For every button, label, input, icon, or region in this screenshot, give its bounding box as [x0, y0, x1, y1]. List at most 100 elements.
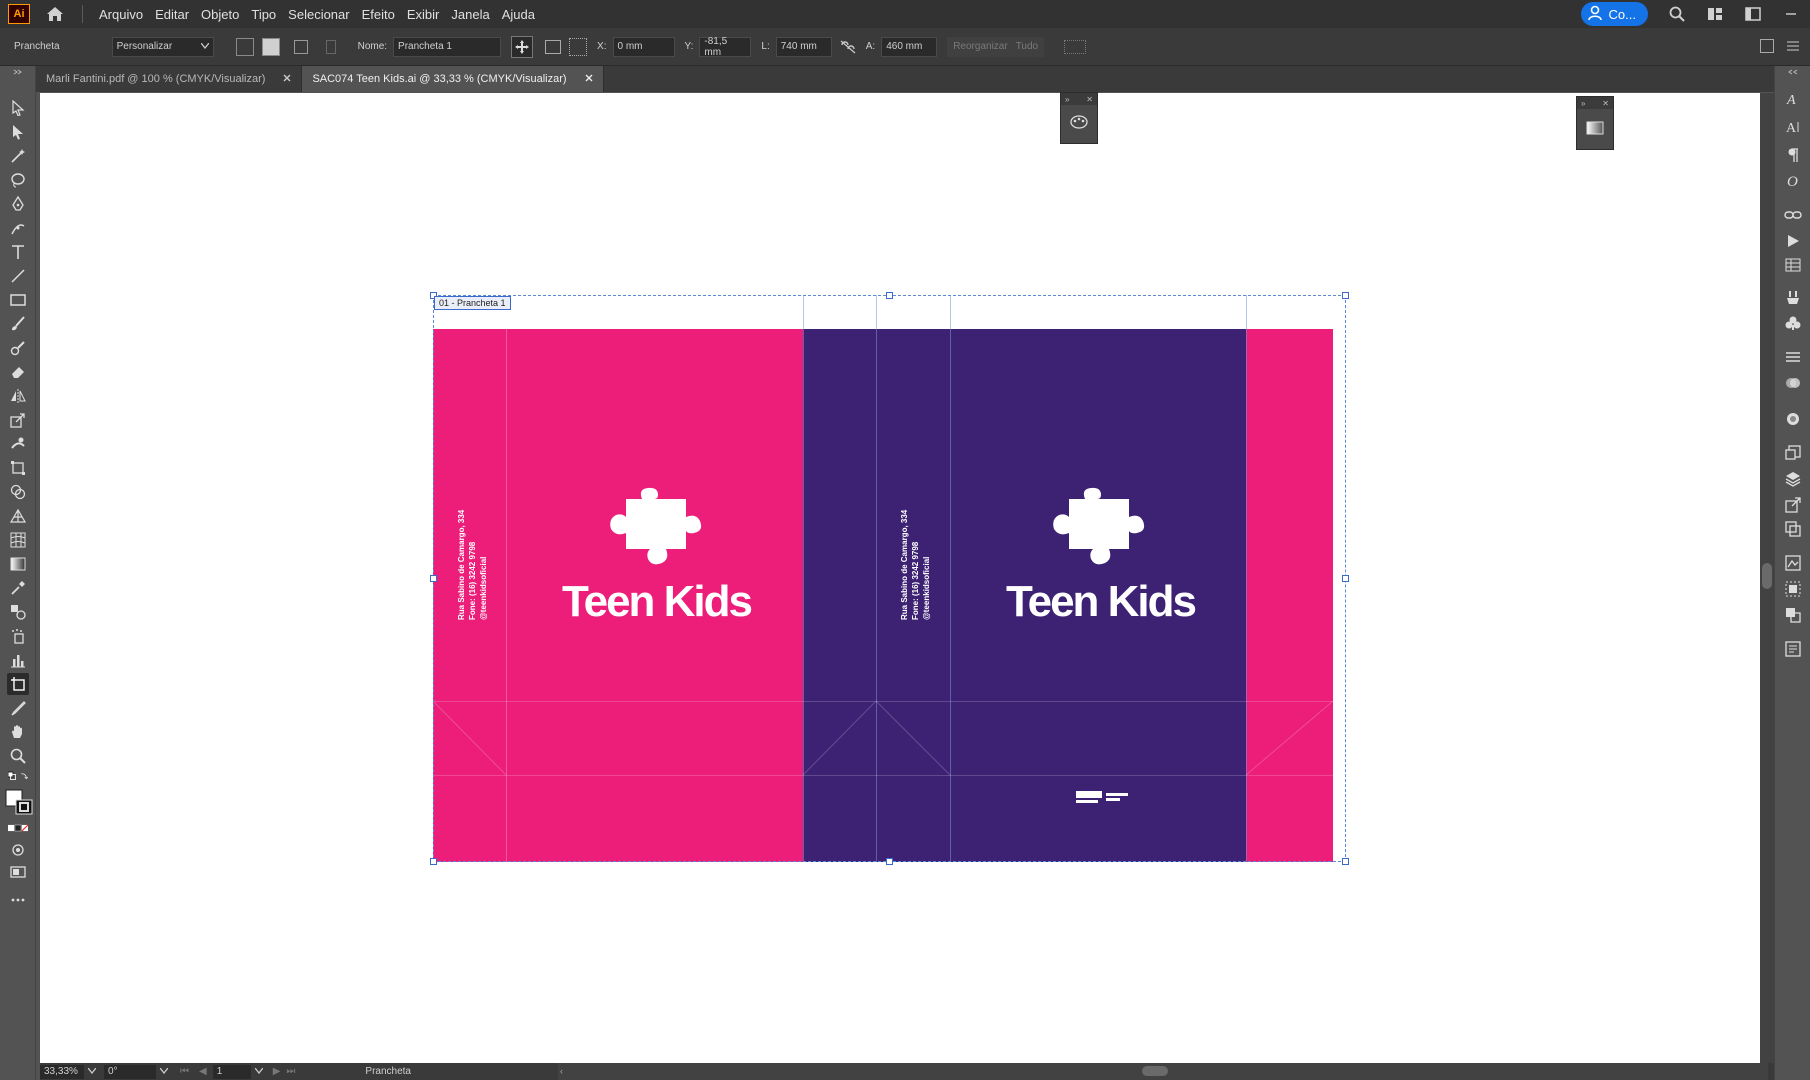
resize-handle[interactable] — [1342, 575, 1349, 582]
chevron-down-icon[interactable] — [87, 1066, 97, 1077]
resize-handle[interactable] — [886, 292, 893, 299]
shape-builder-tool-icon[interactable] — [8, 482, 28, 502]
x-field[interactable]: 0 mm — [612, 36, 675, 57]
column-graph-tool-icon[interactable] — [8, 650, 28, 670]
resize-handle[interactable] — [1342, 292, 1349, 299]
stroke-icon[interactable] — [1784, 348, 1802, 366]
y-field[interactable]: -81,5 mm — [699, 36, 752, 58]
arrange-documents-icon[interactable] — [1703, 2, 1727, 26]
draw-mode-icon[interactable] — [8, 840, 28, 860]
close-icon[interactable] — [585, 73, 593, 85]
rectangle-tool-icon[interactable] — [8, 290, 28, 310]
default-colors-icon[interactable] — [8, 770, 28, 784]
layers-icon[interactable] — [1784, 470, 1802, 488]
resize-handle[interactable] — [1342, 858, 1349, 865]
horizontal-scrollbar-thumb[interactable] — [1142, 1066, 1168, 1076]
export-icon[interactable] — [1784, 496, 1802, 514]
menu-ajuda[interactable]: Ajuda — [496, 7, 541, 22]
next-artboard-icon[interactable]: ▶ — [273, 1066, 281, 1077]
hand-tool-icon[interactable] — [8, 722, 28, 742]
collapse-panel-icon[interactable] — [8, 68, 28, 76]
artboard-name-label[interactable]: 01 - Prancheta 1 — [434, 296, 511, 310]
close-icon[interactable]: ✕ — [1086, 95, 1093, 104]
search-icon[interactable] — [1665, 2, 1689, 26]
color-mode-icons[interactable] — [8, 822, 28, 834]
first-artboard-icon[interactable]: ⏮ — [180, 1066, 189, 1077]
constrain-proportions-icon[interactable] — [840, 40, 856, 54]
new-artboard-icon[interactable] — [293, 39, 308, 54]
more-tools-icon[interactable] — [8, 890, 28, 910]
gradient-panel-icon[interactable] — [1577, 121, 1613, 135]
artboard-number-field[interactable]: 1 — [212, 1064, 251, 1079]
links-icon[interactable] — [1784, 206, 1802, 224]
vertical-scrollbar-thumb[interactable] — [1762, 563, 1772, 589]
landscape-orientation-button[interactable] — [261, 37, 280, 56]
opentype-icon[interactable]: O — [1784, 172, 1802, 190]
paragraph-styles-icon[interactable]: A — [1784, 118, 1802, 136]
menu-janela[interactable]: Janela — [445, 7, 495, 22]
paintbrush-tool-icon[interactable] — [8, 314, 28, 334]
width-field[interactable]: 740 mm — [775, 36, 832, 57]
symbols-icon[interactable] — [1784, 314, 1802, 332]
minimize-icon[interactable] — [1779, 2, 1803, 26]
chevron-down-icon[interactable] — [254, 1066, 264, 1077]
horizontal-scrollbar[interactable]: ‹ — [558, 1063, 1768, 1080]
type-tool-icon[interactable] — [8, 242, 28, 262]
chevron-down-icon[interactable] — [159, 1066, 169, 1077]
image-trace-icon[interactable] — [1784, 554, 1802, 572]
fill-stroke-swatch[interactable] — [4, 788, 34, 816]
menu-lines-icon[interactable] — [1786, 39, 1800, 53]
curvature-tool-icon[interactable] — [8, 218, 28, 238]
eyedropper-tool-icon[interactable] — [8, 578, 28, 598]
transparency-icon[interactable] — [1784, 374, 1802, 392]
perspective-grid-tool-icon[interactable] — [8, 506, 28, 526]
artboards-panel-icon[interactable] — [1784, 444, 1802, 462]
last-artboard-icon[interactable]: ⏭ — [286, 1066, 295, 1077]
character-panel-icon[interactable]: A — [1784, 90, 1802, 108]
color-palette-icon[interactable] — [1061, 115, 1097, 129]
screen-mode-icon[interactable] — [8, 862, 28, 882]
mesh-tool-icon[interactable] — [8, 530, 28, 550]
menu-efeito[interactable]: Efeito — [356, 7, 401, 22]
menu-tipo[interactable]: Tipo — [245, 7, 282, 22]
resize-handle[interactable] — [886, 858, 893, 865]
eraser-tool-icon[interactable] — [8, 362, 28, 382]
vertical-scrollbar[interactable] — [1760, 93, 1774, 1063]
preset-dropdown[interactable]: Personalizar — [111, 36, 214, 57]
menu-objeto[interactable]: Objeto — [195, 7, 245, 22]
resize-handle[interactable] — [430, 575, 437, 582]
asset-export-icon[interactable] — [1784, 520, 1802, 538]
close-icon[interactable]: ✕ — [1602, 99, 1609, 108]
actions-icon[interactable] — [1784, 232, 1802, 250]
menu-exibir[interactable]: Exibir — [401, 7, 446, 22]
resize-handle[interactable] — [430, 858, 437, 865]
zoom-tool-icon[interactable] — [8, 746, 28, 766]
move-copy-artwork-icon[interactable] — [511, 35, 534, 58]
scale-tool-icon[interactable] — [8, 410, 28, 430]
collapse-dock-icon[interactable] — [1784, 68, 1802, 76]
warp-tool-icon[interactable] — [8, 434, 28, 454]
zoom-field[interactable]: 33,33% — [40, 1064, 84, 1079]
direct-selection-tool-icon[interactable] — [8, 122, 28, 142]
magic-wand-tool-icon[interactable] — [8, 146, 28, 166]
layers-grid-icon[interactable] — [1784, 256, 1802, 274]
portrait-orientation-button[interactable] — [235, 37, 254, 56]
gradient-tool-icon[interactable] — [8, 554, 28, 574]
line-tool-icon[interactable] — [8, 266, 28, 286]
properties-icon[interactable] — [1784, 640, 1802, 658]
menu-selecionar[interactable]: Selecionar — [282, 7, 355, 22]
tab-teen-kids[interactable]: SAC074 Teen Kids.ai @ 33,33 % (CMYK/Visu… — [302, 66, 604, 92]
home-icon[interactable] — [44, 3, 66, 25]
expand-icon[interactable]: » — [1065, 95, 1069, 104]
expand-icon[interactable]: » — [1581, 99, 1585, 108]
artboard-options-icon[interactable] — [545, 39, 562, 54]
panel-layout-icon[interactable] — [1760, 39, 1774, 53]
menu-editar[interactable]: Editar — [149, 7, 195, 22]
alignment-grid-icon[interactable] — [1064, 39, 1087, 54]
pathfinder-icon[interactable] — [1784, 606, 1802, 624]
align-icon[interactable] — [1784, 580, 1802, 598]
rearrange-button[interactable]: Reorganizar Tudo — [947, 36, 1045, 57]
rotation-field[interactable]: 0° — [104, 1064, 156, 1079]
previous-artboard-icon[interactable]: ◀ — [199, 1066, 207, 1077]
workspace-icon[interactable] — [1741, 2, 1765, 26]
